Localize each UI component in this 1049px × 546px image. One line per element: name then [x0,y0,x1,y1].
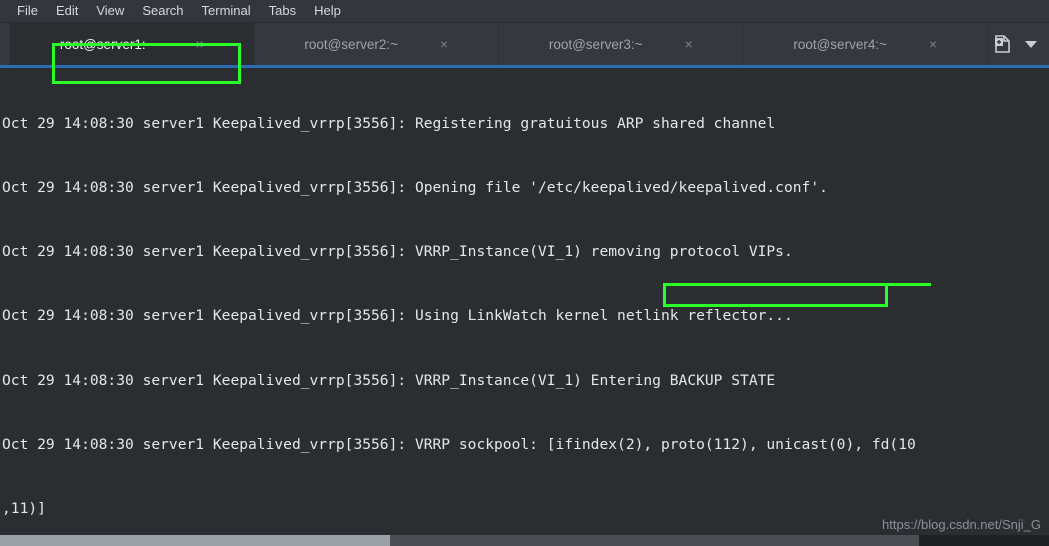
tab-close-icon[interactable]: × [684,37,692,51]
scrollbar-thumb[interactable] [0,535,390,546]
menu-item-terminal[interactable]: Terminal [193,1,260,21]
log-line: Oct 29 14:08:30 server1 Keepalived_vrrp[… [2,435,916,453]
menu-item-file[interactable]: File [8,1,47,21]
tab-label: root@server4:~ [793,36,887,52]
log-line: Oct 29 14:08:30 server1 Keepalived_vrrp[… [2,243,793,261]
log-line: Oct 29 14:08:30 server1 Keepalived_vrrp[… [2,371,776,389]
tab-bar-left-spacer [0,23,10,65]
tab-root-server3[interactable]: root@server3:~ × [499,23,744,65]
terminal-log-lines: Oct 29 14:08:30 server1 Keepalived_vrrp[… [2,70,1049,546]
watermark: https://blog.csdn.net/Snji_G [882,517,1041,532]
tab-close-icon[interactable]: × [440,37,448,51]
tab-label: root@server3:~ [548,36,643,52]
menu-bar: File Edit View Search Terminal Tabs Help [0,0,1049,23]
tab-root-server4[interactable]: root@server4:~ × [744,23,988,65]
tab-close-icon[interactable]: × [929,37,937,51]
menu-item-edit[interactable]: Edit [47,1,87,21]
chevron-down-icon[interactable] [1025,40,1037,48]
log-line: Oct 29 14:08:30 server1 Keepalived_vrrp[… [2,307,793,325]
menu-item-search[interactable]: Search [133,1,192,21]
menu-item-view[interactable]: View [87,1,133,21]
tab-strip: root@server1:~ × root@server2:~ × root@s… [10,23,988,65]
scrollbar-corner [919,535,1049,546]
terminal-output-area[interactable]: Oct 29 14:08:30 server1 Keepalived_vrrp[… [0,68,1049,546]
terminal-window: File Edit View Search Terminal Tabs Help… [0,0,1049,546]
horizontal-scrollbar[interactable] [0,535,1049,546]
tab-bar: root@server1:~ × root@server2:~ × root@s… [0,23,1049,84]
menu-item-tabs[interactable]: Tabs [260,1,305,21]
tab-close-icon[interactable]: × [195,37,203,51]
tab-root-server1[interactable]: root@server1:~ × [10,23,255,65]
tab-label: root@server2:~ [304,36,398,52]
new-tab-icon[interactable] [994,35,1011,53]
log-line: Oct 29 14:08:30 server1 Keepalived_vrrp[… [2,179,828,197]
tab-root-server2[interactable]: root@server2:~ × [255,23,499,65]
tab-controls [988,23,1049,65]
log-line: Oct 29 14:08:30 server1 Keepalived_vrrp[… [2,114,776,132]
tab-label: root@server1:~ [59,36,154,52]
menu-item-help[interactable]: Help [305,1,350,21]
